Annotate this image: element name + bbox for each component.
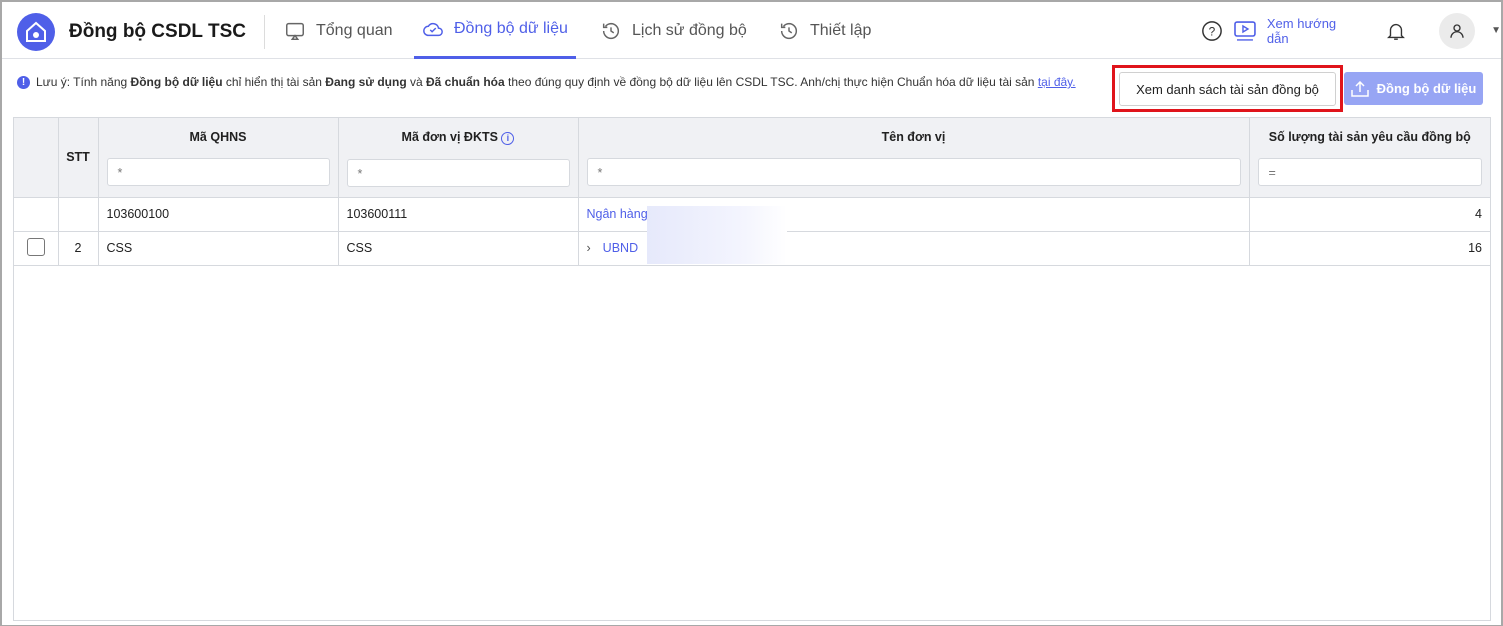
help-icon[interactable]: ? (1201, 20, 1223, 42)
home-logo-icon[interactable] (17, 13, 55, 51)
divider (264, 15, 265, 49)
sync-data-button[interactable]: Đồng bộ dữ liệu (1344, 72, 1483, 105)
cloud-check-icon (423, 22, 443, 37)
note-banner: ! Lưu ý: Tính năng Đồng bộ dữ liệu chỉ h… (17, 75, 1076, 89)
tab-sync-data[interactable]: Đồng bộ dữ liệu (414, 2, 576, 59)
col-name: Tên đơn vị * (578, 118, 1250, 198)
col-stt: STT (58, 118, 99, 198)
select-all-header (14, 118, 59, 198)
avatar[interactable] (1439, 12, 1476, 49)
row-checkbox[interactable] (26, 237, 45, 256)
info-icon: i (501, 132, 515, 145)
top-nav: Đồng bộ CSDL TSC Tổng quan Đồng bộ dữ li… (2, 2, 1501, 59)
unit-name-link[interactable]: UBND (603, 241, 638, 255)
history-icon (602, 22, 620, 39)
col-count: Số lượng tài sản yêu cầu đồng bộ = (1249, 118, 1490, 198)
svg-text:?: ? (1209, 24, 1216, 38)
tab-sync-history[interactable]: Lịch sử đồng bộ (600, 2, 747, 59)
data-grid: STT Mã QHNS * Mã đơn vị ĐKTS i * Tên đơn v… (13, 117, 1491, 621)
expand-chevron-icon[interactable]: › (587, 241, 591, 255)
guide-link[interactable]: Xem hướng dẫn (1267, 16, 1361, 46)
tab-settings[interactable]: Thiết lập (778, 2, 871, 59)
filter-name[interactable]: * (586, 158, 1241, 186)
redaction-blur (647, 206, 787, 264)
filter-qhns[interactable]: * (106, 158, 330, 186)
monitor-icon (286, 22, 304, 40)
app-title: Đồng bộ CSDL TSC (69, 21, 246, 42)
standardize-link[interactable]: tại đây. (1038, 75, 1076, 89)
upload-icon (1350, 80, 1369, 97)
bell-icon[interactable] (1385, 20, 1407, 42)
history-icon (780, 22, 798, 39)
info-icon: ! (17, 75, 30, 89)
filter-count[interactable]: = (1257, 158, 1482, 186)
col-dkts: Mã đơn vị ĐKTS i * (338, 118, 579, 198)
view-sync-list-button[interactable]: Xem danh sách tài sản đồng bộ (1119, 72, 1336, 106)
filter-dkts[interactable]: * (346, 159, 570, 187)
video-guide-icon[interactable] (1233, 20, 1257, 42)
col-qhns: Mã QHNS * (98, 118, 339, 198)
user-icon (1450, 23, 1464, 38)
tab-overview[interactable]: Tổng quan (284, 2, 393, 59)
caret-down-icon[interactable]: ▼ (1491, 25, 1501, 36)
